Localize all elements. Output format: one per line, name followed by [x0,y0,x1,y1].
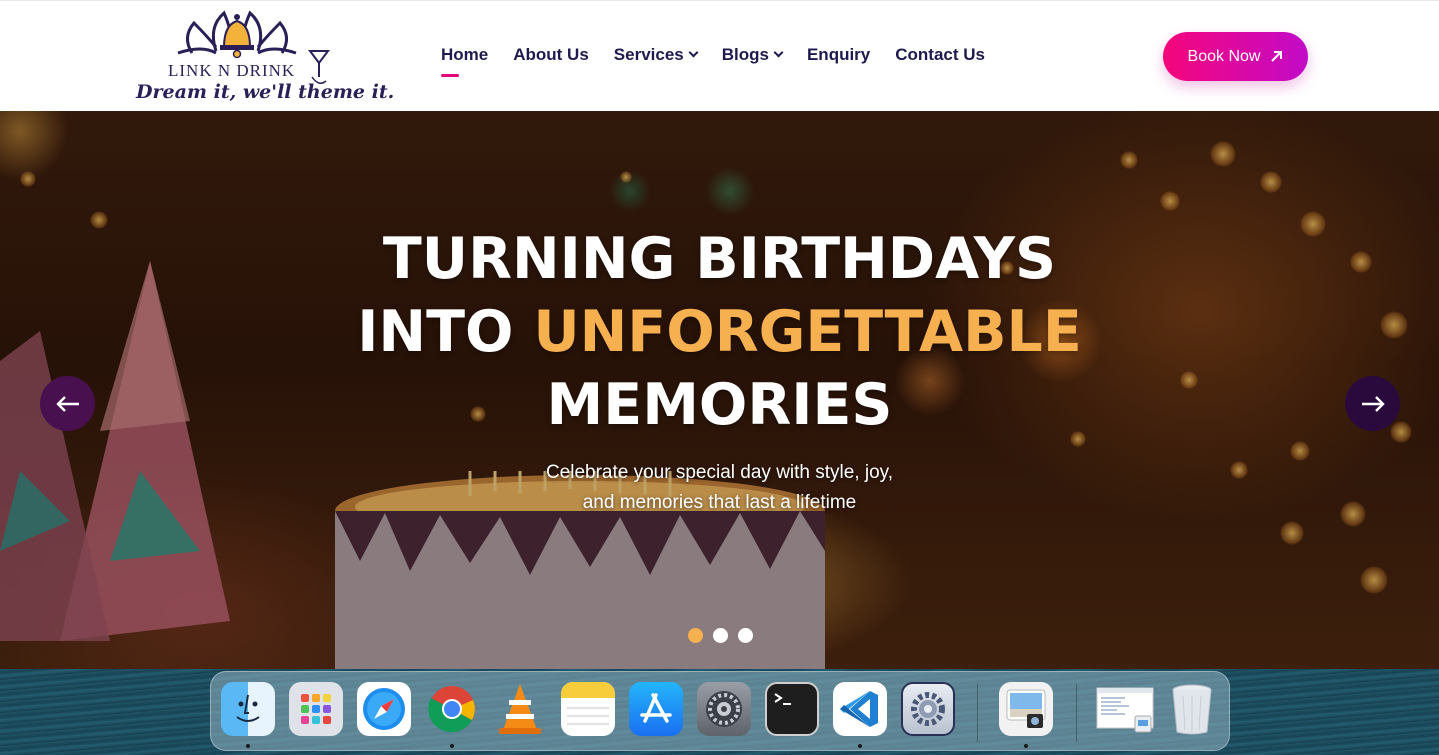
gear-icon [911,692,945,726]
hero-title-line1: TURNING BIRTHDAYS [382,226,1057,292]
book-now-label: Book Now [1187,47,1261,65]
nav-label: About Us [513,45,589,64]
hero-subtitle: Celebrate your special day with style, j… [0,458,1439,518]
nav-label: Contact Us [895,45,985,64]
trash-icon[interactable] [1165,682,1219,736]
nav-contact-us[interactable]: Contact Us [895,45,985,65]
launchpad-grid-icon [301,694,331,724]
bell-lotus-emblem-icon [177,10,297,59]
document-preview-icon [1096,687,1154,733]
hero-title-line2-white: INTO [357,299,514,365]
safari-compass-icon [363,688,405,730]
finder-face-icon [236,694,260,722]
brand-name: LINK N DRINK [168,61,296,80]
slider-dot-2[interactable] [713,628,728,643]
slider-prev-button[interactable] [40,376,95,431]
trash-can-icon [1172,684,1212,735]
hero-subtitle-line2: and memories that last a lifetime [582,492,857,513]
running-indicator [1024,744,1028,748]
nav-label: Services [613,45,684,64]
vscode-logo-icon [840,691,878,727]
app-store-a-icon [640,693,672,723]
slider-dot-3[interactable] [738,628,753,643]
slider-dots [688,628,753,643]
notes-icon[interactable] [561,682,615,736]
brand-tagline: Dream it, we'll theme it. [136,81,395,103]
system-settings-icon[interactable] [697,682,751,736]
site-header: LINK N DRINK Dream it, we'll theme it. H… [0,0,1439,111]
brand-logo[interactable]: LINK N DRINK Dream it, we'll theme it. [132,7,394,107]
nav-about-us[interactable]: About Us [513,45,589,65]
hero-title: TURNING BIRTHDAYS INTO UNFORGETTABLE MEM… [0,223,1439,442]
hero-subtitle-line1: Celebrate your special day with style, j… [545,462,894,483]
notes-lines-icon [561,682,615,725]
gear-app-icon[interactable] [901,682,955,736]
chrome-logo-icon [428,686,475,733]
safari-icon[interactable] [357,682,411,736]
preview-icon[interactable] [999,682,1053,736]
nav-enquiry[interactable]: Enquiry [807,45,870,65]
slider-dot-1[interactable] [688,628,703,643]
slider-next-button[interactable] [1345,376,1400,431]
arrow-right-icon [1361,395,1385,412]
vlc-icon[interactable] [493,682,547,736]
finder-icon[interactable] [221,682,275,736]
terminal-prompt-icon [774,693,791,705]
nav-label: Home [441,45,489,64]
nav-blogs[interactable]: Blogs [721,45,784,65]
settings-gear-icon [706,691,742,727]
running-indicator [246,744,250,748]
arrow-left-icon [55,395,79,412]
nav-home[interactable]: Home [441,45,489,77]
dock-separator [1076,684,1077,742]
nav-label: Enquiry [806,45,871,64]
vlc-cone-icon [499,684,541,734]
macos-dock [210,671,1230,751]
hero-title-accent: UNFORGETTABLE [533,299,1082,365]
main-nav: Home About Us Services Blogs Enquiry Con… [441,45,1010,77]
chevron-down-icon [688,47,699,58]
running-indicator [450,744,454,748]
launchpad-icon[interactable] [289,682,343,736]
chrome-icon[interactable] [425,682,479,736]
document-thumbnail-icon[interactable] [1095,682,1155,736]
app-store-icon[interactable] [629,682,683,736]
book-now-button[interactable]: Book Now [1163,32,1308,81]
arrow-up-right-icon [1271,51,1283,62]
hero-title-line3: MEMORIES [546,372,893,438]
dock-separator [977,684,978,742]
nav-label: Blogs [721,45,769,64]
hero-slider: TURNING BIRTHDAYS INTO UNFORGETTABLE MEM… [0,111,1439,669]
terminal-icon[interactable] [765,682,819,736]
vscode-icon[interactable] [833,682,887,736]
chevron-down-icon [773,47,784,58]
preview-photos-icon [1006,689,1046,728]
running-indicator [858,744,862,748]
nav-services[interactable]: Services [613,45,699,65]
